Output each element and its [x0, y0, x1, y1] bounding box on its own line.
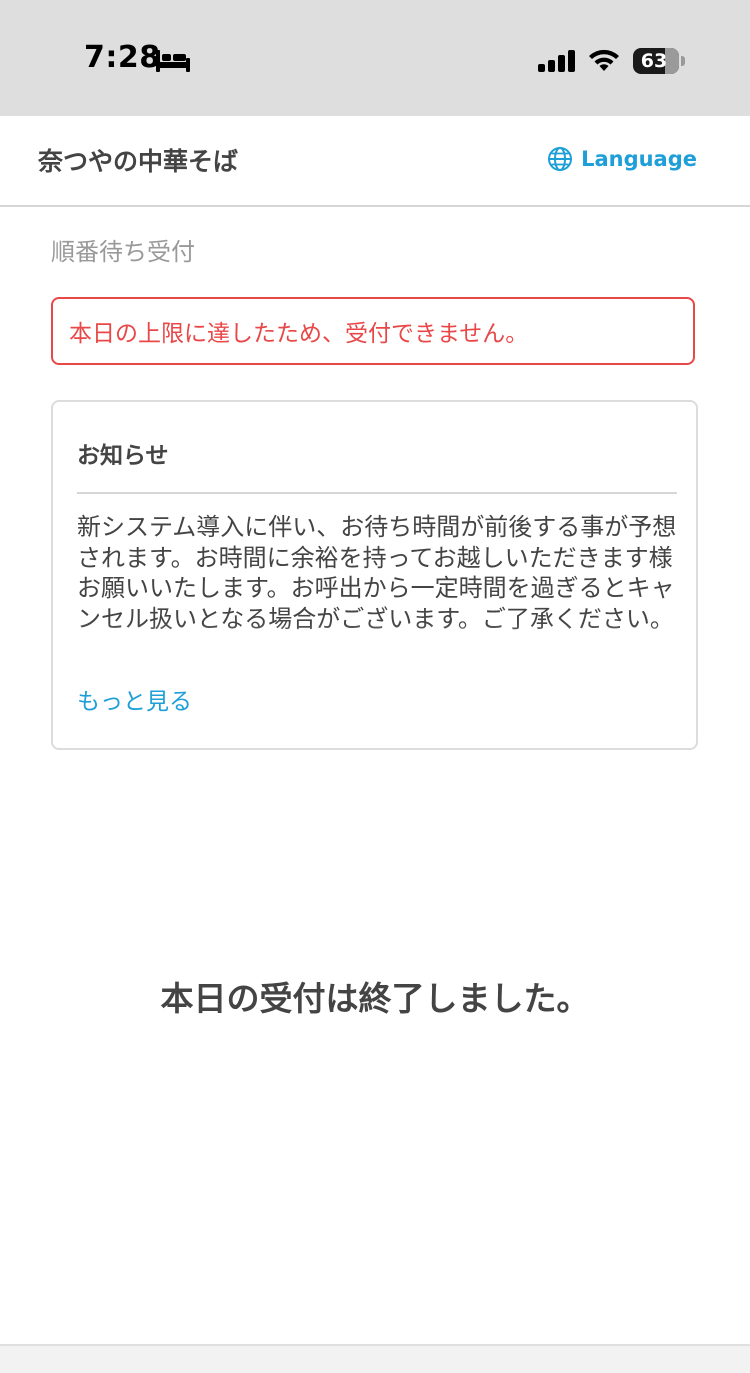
- header: 奈つやの中華そば Language: [0, 116, 750, 207]
- bed-icon: [156, 50, 190, 72]
- battery-icon: 63: [633, 48, 679, 74]
- notice-body: 新システム導入に伴い、お待ち時間が前後する事が予想されます。お時間に余裕を持って…: [77, 513, 677, 633]
- error-text: 本日の上限に達したため、受付できません。: [69, 321, 529, 347]
- closed-message: 本日の受付は終了しました。: [160, 979, 590, 1018]
- error-message: 本日の上限に達したため、受付できません。: [51, 297, 695, 365]
- status-bar: 7:28 63: [0, 0, 750, 116]
- notice-divider: [77, 492, 677, 494]
- language-button[interactable]: Language: [547, 146, 697, 172]
- status-time: 7:28: [84, 40, 161, 75]
- wifi-icon: [589, 49, 619, 71]
- footer-bar: [0, 1344, 750, 1373]
- signal-icon: [538, 50, 575, 72]
- battery-tip: [681, 56, 685, 66]
- notice-card: お知らせ 新システム導入に伴い、お待ち時間が前後する事が予想されます。お時間に余…: [51, 400, 698, 750]
- notice-title: お知らせ: [77, 443, 169, 469]
- globe-icon: [548, 147, 573, 171]
- battery-percent: 63: [640, 50, 668, 72]
- language-label: Language: [581, 147, 697, 171]
- show-more-link[interactable]: もっと見る: [77, 682, 192, 716]
- section-label: 順番待ち受付: [51, 238, 195, 266]
- shop-title: 奈つやの中華そば: [38, 147, 239, 176]
